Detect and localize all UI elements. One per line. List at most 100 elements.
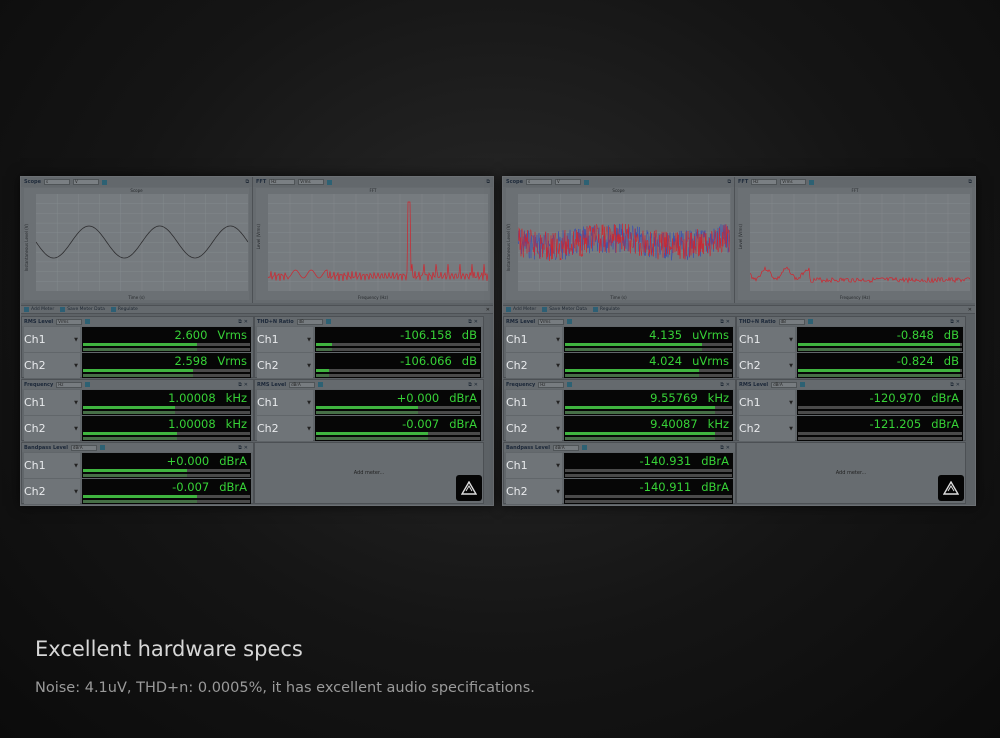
meter-window-controls[interactable]: ⧉✕ xyxy=(468,319,480,325)
channel-select[interactable]: Ch2 ▼ xyxy=(257,353,313,378)
fft-x-unit-select[interactable]: Hz xyxy=(269,179,296,185)
meter-unit-select[interactable]: dB xyxy=(778,318,805,325)
meter-unit-select[interactable]: Vrms xyxy=(56,318,83,325)
meter-settings-icon[interactable] xyxy=(85,382,91,387)
meter-readout: 1.00008 kHz xyxy=(82,390,251,415)
channel-select[interactable]: Ch1 ▼ xyxy=(506,453,562,478)
add-meter-button[interactable]: Add Meter xyxy=(506,307,536,312)
channel-select[interactable]: Ch2 ▼ xyxy=(24,353,80,378)
meter-settings-icon[interactable] xyxy=(318,382,324,387)
meter-unit-select[interactable]: Vrms xyxy=(538,318,565,325)
settings-icon[interactable] xyxy=(101,179,107,185)
channel-select[interactable]: Ch2 ▼ xyxy=(739,353,795,378)
regulate-button[interactable]: Regulate xyxy=(110,307,138,312)
meter-settings-icon[interactable] xyxy=(325,319,331,324)
level-bar xyxy=(316,432,480,435)
meter-settings-icon[interactable] xyxy=(85,319,91,324)
level-bar xyxy=(798,343,962,346)
fft-plot[interactable]: FFT Hz Vrms ⧉ FFT Level (Vrms) Frequency… xyxy=(735,177,975,303)
popout-icon[interactable]: ⧉ xyxy=(968,179,972,185)
regulate-button[interactable]: Regulate xyxy=(592,307,620,312)
add-meter-button[interactable]: Add Meter xyxy=(24,307,54,312)
channel-select[interactable]: Ch2 ▼ xyxy=(506,353,562,378)
channel-select[interactable]: Ch2 ▼ xyxy=(739,416,795,441)
fft-y-unit-select[interactable]: Vrms xyxy=(780,179,807,185)
scope-y-unit-select[interactable]: V xyxy=(554,179,581,185)
meter-unit-select[interactable]: Hz xyxy=(538,381,565,388)
scope-trace xyxy=(36,194,248,291)
scope-x-unit-select[interactable]: s xyxy=(43,179,70,185)
settings-icon[interactable] xyxy=(327,179,333,185)
analyzer-window-right: Scope s V ⧉ Scope Instantaneous Level (V… xyxy=(502,176,976,506)
fft-y-unit-select[interactable]: Vrms xyxy=(298,179,325,185)
channel-select[interactable]: Ch1 ▼ xyxy=(24,453,80,478)
meter-settings-icon[interactable] xyxy=(581,445,587,450)
meter-settings-icon[interactable] xyxy=(567,319,573,324)
popout-icon[interactable]: ⧉ xyxy=(245,179,249,185)
meter-channel-row: Ch1 ▼ -106.158 dB xyxy=(257,327,481,352)
channel-select[interactable]: Ch2 ▼ xyxy=(506,479,562,504)
meter-settings-icon[interactable] xyxy=(99,445,105,450)
channel-select[interactable]: Ch1 ▼ xyxy=(739,390,795,415)
meter-unit-select[interactable]: dBrA xyxy=(289,381,316,388)
scope-x-unit-select[interactable]: s xyxy=(525,179,552,185)
add-meter-area[interactable]: Add meter... xyxy=(254,442,484,504)
scope-plot[interactable]: Scope s V ⧉ Scope Instantaneous Level (V… xyxy=(503,177,736,303)
channel-select[interactable]: Ch2 ▼ xyxy=(506,416,562,441)
meter-window-controls[interactable]: ⧉✕ xyxy=(720,445,732,451)
meter-readout: -0.848 dB xyxy=(797,327,963,352)
popout-icon[interactable]: ⧉ xyxy=(727,179,731,185)
scope-plot[interactable]: Scope s V ⧉ Scope Instantaneous Level (V… xyxy=(21,177,254,303)
channel-select[interactable]: Ch1 ▼ xyxy=(739,327,795,352)
level-bar xyxy=(83,343,250,346)
meter-window-controls[interactable]: ⧉✕ xyxy=(238,445,250,451)
meter-value: 1.00008 xyxy=(168,391,216,405)
meter-settings-icon[interactable] xyxy=(800,382,806,387)
fft-x-unit-select[interactable]: Hz xyxy=(751,179,778,185)
channel-select[interactable]: Ch1 ▼ xyxy=(24,390,80,415)
caption-subtitle: Noise: 4.1uV, THD+n: 0.0005%, it has exc… xyxy=(35,680,535,696)
close-icon[interactable]: ✕ xyxy=(486,307,490,313)
settings-icon[interactable] xyxy=(583,179,589,185)
channel-select[interactable]: Ch2 ▼ xyxy=(257,416,313,441)
meter-unit: dBrA xyxy=(931,417,959,431)
meter-settings-icon[interactable] xyxy=(807,319,813,324)
save-meter-data-button[interactable]: Save Meter Data xyxy=(60,307,105,312)
meter-window-controls[interactable]: ⧉✕ xyxy=(720,319,732,325)
meter-window-controls[interactable]: ⧉✕ xyxy=(950,319,962,325)
meter-window-controls[interactable]: ⧉✕ xyxy=(238,382,250,388)
meter-window-controls[interactable]: ⧉✕ xyxy=(720,382,732,388)
meter-title: Frequency xyxy=(24,381,54,388)
meter-unit-select[interactable]: dB xyxy=(296,318,323,325)
meter-window-controls[interactable]: ⧉✕ xyxy=(468,382,480,388)
channel-select[interactable]: Ch2 ▼ xyxy=(24,416,80,441)
scope-y-unit-select[interactable]: V xyxy=(72,179,99,185)
meter-window-controls[interactable]: ⧉✕ xyxy=(950,382,962,388)
popout-icon[interactable]: ⧉ xyxy=(486,179,490,185)
meter-unit-select[interactable]: dBrA xyxy=(771,381,798,388)
channel-select[interactable]: Ch1 ▼ xyxy=(24,327,80,352)
level-bar xyxy=(83,406,250,409)
channel-select[interactable]: Ch1 ▼ xyxy=(506,327,562,352)
chevron-down-icon: ▼ xyxy=(74,362,78,369)
meter-unit-select[interactable]: Hz xyxy=(56,381,83,388)
fft-plot[interactable]: FFT Hz Vrms ⧉ FFT Level (Vrms) Frequency… xyxy=(253,177,493,303)
meter-unit-select[interactable]: dBrA xyxy=(70,444,97,451)
meter-window-controls[interactable]: ⧉✕ xyxy=(238,319,250,325)
meter-rms: RMS Level Vrms ⧉✕ Ch1 ▼ 4.135 uVrms Ch2 ▼… xyxy=(503,316,736,378)
meter-channel-row: Ch2 ▼ 2.598 Vrms xyxy=(24,353,251,378)
meter-title: THD+N Ratio xyxy=(739,318,776,325)
channel-select[interactable]: Ch1 ▼ xyxy=(506,390,562,415)
save-meter-data-button[interactable]: Save Meter Data xyxy=(542,307,587,312)
add-meter-area[interactable]: Add meter... xyxy=(736,442,966,504)
meter-unit: dB xyxy=(943,328,959,342)
meter-unit: Vrms xyxy=(217,354,247,368)
meter-settings-icon[interactable] xyxy=(567,382,573,387)
channel-select[interactable]: Ch1 ▼ xyxy=(257,390,313,415)
channel-select[interactable]: Ch2 ▼ xyxy=(24,479,80,504)
meter-unit-select[interactable]: dBrA xyxy=(552,444,579,451)
chevron-down-icon: ▼ xyxy=(74,399,78,406)
channel-select[interactable]: Ch1 ▼ xyxy=(257,327,313,352)
close-icon[interactable]: ✕ xyxy=(968,307,972,313)
settings-icon[interactable] xyxy=(809,179,815,185)
